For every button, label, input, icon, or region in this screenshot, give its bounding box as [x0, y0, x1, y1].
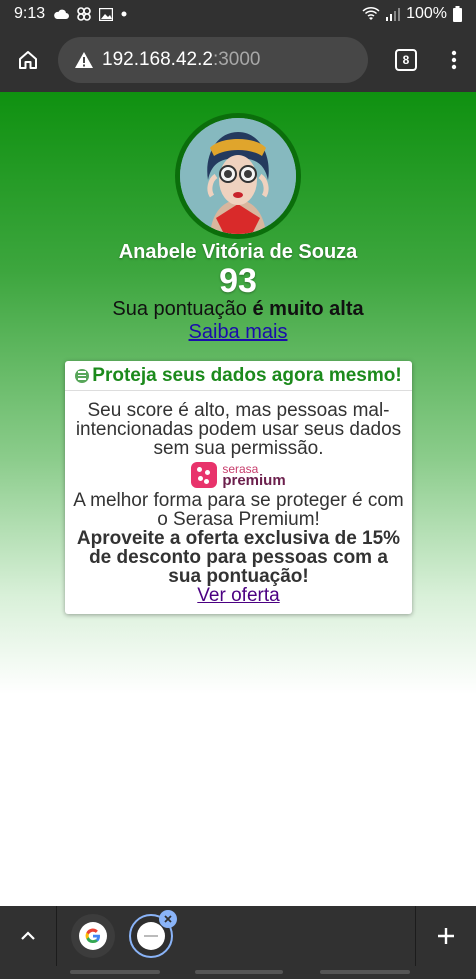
status-time: 9:13 — [14, 5, 46, 22]
chevron-up-icon — [21, 931, 35, 940]
close-tab-button[interactable] — [159, 910, 177, 928]
avatar-ring — [175, 113, 301, 239]
card-body: Seu score é alto, mas pessoas mal-intenc… — [65, 391, 412, 605]
cloud-icon — [54, 9, 70, 19]
menu-icon — [451, 50, 457, 70]
warning-icon[interactable] — [74, 51, 94, 69]
collapse-tab-strip-button[interactable] — [0, 906, 56, 966]
nav-indicator — [70, 970, 160, 974]
score-description: Sua pontuação é muito alta — [0, 298, 476, 321]
battery-percent: 100% — [406, 5, 447, 22]
user-name: Anabele Vitória de Souza — [118, 241, 358, 263]
card-title: Proteja seus dados agora mesmo! — [92, 364, 402, 386]
serasa-premium-logo: serasa premium — [71, 462, 406, 488]
page-favicon-icon — [144, 935, 158, 937]
system-nav-bar — [0, 966, 476, 979]
url-bar[interactable]: 192.168.42.2:3000 — [58, 37, 368, 83]
nav-indicator — [195, 970, 283, 974]
url-port: :3000 — [212, 49, 261, 70]
overflow-menu-button[interactable] — [434, 28, 474, 92]
score-value: 93 — [219, 262, 257, 300]
nav-indicator — [320, 970, 410, 974]
tab-switcher-button[interactable]: 8 — [378, 28, 434, 92]
wifi-icon — [362, 7, 380, 20]
image-icon — [99, 7, 114, 21]
protection-card: Proteja seus dados agora mesmo! Seu scor… — [65, 361, 412, 614]
card-warning-text: Seu score é alto, mas pessoas mal-intenc… — [75, 400, 402, 459]
score-prefix: Sua pontuação — [112, 298, 253, 320]
tab-count: 8 — [395, 49, 417, 71]
new-tab-button[interactable] — [416, 906, 476, 966]
avatar — [180, 118, 296, 234]
browser-toolbar: 192.168.42.2:3000 8 — [0, 28, 476, 92]
list-circle-icon — [75, 368, 90, 383]
score-level: é muito alta — [252, 298, 364, 320]
avatar-image — [180, 118, 296, 234]
tab-thumbnail-current[interactable] — [129, 910, 177, 958]
card-recommendation-text: A melhor forma para se proteger é com o … — [73, 490, 404, 530]
status-bar: 9:13 100% — [0, 0, 476, 28]
plus-icon — [438, 928, 454, 944]
url-host: 192.168.42.2 — [102, 49, 213, 70]
card-header: Proteja seus dados agora mesmo! — [65, 361, 412, 391]
serasa-logo-icon — [191, 462, 218, 488]
page-content: Anabele Vitória de Souza 93 Sua pontuaçã… — [0, 92, 476, 906]
view-offer-link[interactable]: Ver oferta — [197, 585, 279, 606]
bottom-tab-strip — [0, 906, 476, 966]
home-button[interactable] — [0, 28, 56, 92]
dot-icon — [121, 11, 127, 17]
signal-icon — [386, 7, 401, 21]
screen: 9:13 100% 192.168.42.2:3000 8 Anabele V… — [0, 0, 476, 979]
logo-premium-text: premium — [222, 472, 286, 489]
learn-more-link[interactable]: Saiba mais — [189, 321, 288, 343]
google-icon — [85, 928, 100, 944]
pinwheel-icon — [77, 7, 91, 21]
card-offer-text: Aproveite a oferta exclusiva de 15% de d… — [76, 528, 401, 587]
close-icon — [164, 915, 172, 923]
home-icon — [19, 51, 37, 69]
tab-thumbnail-google[interactable] — [71, 914, 115, 958]
strip-divider — [56, 906, 57, 966]
battery-icon — [453, 6, 462, 22]
